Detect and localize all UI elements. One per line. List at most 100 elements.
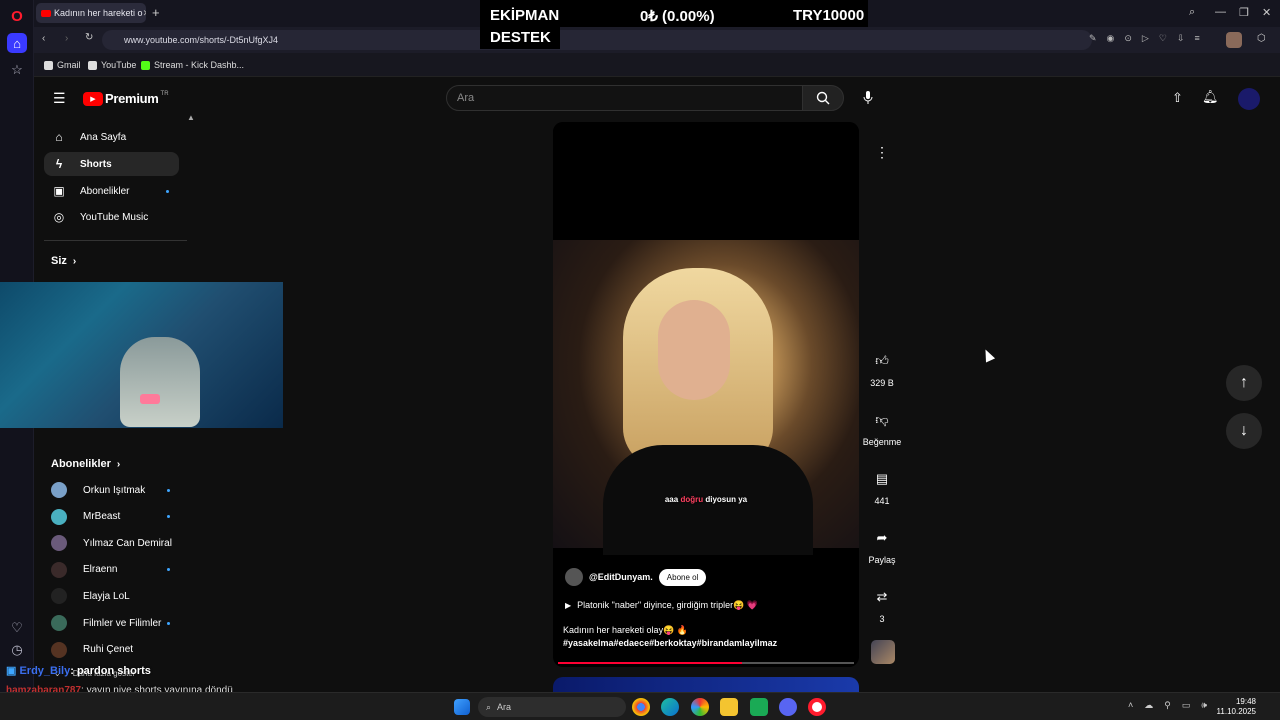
- comments-button[interactable]: ▤ 441: [854, 466, 910, 506]
- photos-icon[interactable]: [691, 698, 709, 716]
- close-tab-icon[interactable]: ✕: [143, 8, 146, 19]
- new-tab-icon[interactable]: +: [152, 5, 160, 20]
- system-tray-icons[interactable]: ˄☁⚲▭🕪︎: [1128, 700, 1218, 711]
- search-tabs-icon[interactable]: ⌕: [1189, 6, 1195, 19]
- arrow-up-icon: ↑: [1240, 374, 1248, 391]
- sidebar-item-label: YouTube Music: [80, 211, 149, 223]
- subscription-item[interactable]: Ruhi Çenet: [42, 638, 182, 662]
- share-button[interactable]: ➦ Paylaş: [854, 525, 910, 565]
- video-frame[interactable]: aaa doğru diyosun ya: [553, 240, 859, 555]
- clock-time: 19:48: [1235, 697, 1256, 706]
- overlay-goal: TRY10000: [793, 7, 865, 24]
- previous-short-button[interactable]: ↑: [1226, 365, 1262, 401]
- opera-logo-icon[interactable]: O: [7, 6, 27, 26]
- taskbar-clock[interactable]: 19:48 11.10.2025: [1217, 697, 1256, 717]
- more-options-icon[interactable]: ⋮: [869, 139, 895, 165]
- subscription-item[interactable]: Orkun Işıtmak: [42, 478, 182, 502]
- remix-icon: ⇄: [876, 589, 888, 604]
- upload-icon[interactable]: ⇧: [1172, 90, 1183, 106]
- streamer-figure: [120, 337, 200, 427]
- subscribe-button[interactable]: Abone ol: [658, 568, 707, 586]
- toolbar-icons[interactable]: ✎◉⊙▷♡⇩≡: [1089, 33, 1210, 44]
- subscription-item[interactable]: Elayja LoL: [42, 584, 182, 608]
- subscription-name: MrBeast: [83, 511, 121, 523]
- overlay-destek-label: DESTEK: [480, 27, 560, 49]
- next-short-button[interactable]: ↓: [1226, 413, 1262, 449]
- subscription-name: Elraenn: [83, 564, 118, 576]
- like-button[interactable]: 👍︎ 329 B: [854, 348, 910, 388]
- chrome-icon[interactable]: [632, 698, 650, 716]
- shorts-player[interactable]: aaa doğru diyosun ya @EditDunyam. Abone …: [553, 122, 859, 667]
- sidebar-item-label: Shorts: [80, 158, 112, 170]
- subscription-item[interactable]: MrBeast: [42, 505, 182, 529]
- history-icon[interactable]: ◷: [7, 640, 27, 660]
- kick-icon: [141, 60, 150, 70]
- opera-icon[interactable]: [808, 698, 826, 716]
- bookmark-kick[interactable]: Stream - Kick Dashb...: [141, 60, 244, 70]
- new-content-dot: [167, 621, 170, 625]
- bookmark-label: Stream - Kick Dashb...: [154, 60, 245, 70]
- remix-button[interactable]: ⇄ 3: [854, 584, 910, 624]
- playlist-link[interactable]: ▶ Platonik "naber" diyince, girdiğim tri…: [565, 600, 758, 611]
- reload-icon[interactable]: ↻: [85, 32, 93, 43]
- remix-count: 3: [879, 614, 885, 624]
- tab-active[interactable]: Kadının her hareketi o ✕: [36, 3, 146, 23]
- file-explorer-icon[interactable]: [720, 698, 738, 716]
- profile-avatar[interactable]: [1226, 32, 1242, 48]
- caption-text: diyosun ya: [705, 495, 748, 504]
- overlay-label: EKİPMAN: [490, 7, 560, 24]
- chat-line: ▣ Erdy_Bily: pardon shorts: [6, 664, 151, 677]
- bookmark-gmail[interactable]: Gmail: [44, 60, 81, 70]
- channel-avatar[interactable]: [565, 568, 583, 586]
- progress-bar[interactable]: [558, 662, 854, 664]
- close-window-icon[interactable]: ✕: [1262, 6, 1271, 19]
- extensions-icon[interactable]: ⬡: [1257, 33, 1266, 44]
- like-count: 329 B: [870, 378, 894, 388]
- shorts-icon: ϟ: [55, 157, 63, 171]
- url-field[interactable]: www.youtube.com/shorts/-Dt5nUfgXJ4: [102, 30, 1092, 50]
- home-icon[interactable]: ⌂: [7, 33, 27, 53]
- overlay-amount: 0₺ (0.00%): [640, 8, 715, 25]
- minimize-icon[interactable]: —: [1215, 6, 1226, 18]
- bookmark-youtube[interactable]: YouTube: [88, 60, 136, 70]
- back-icon[interactable]: ‹: [42, 33, 45, 44]
- home-icon: ⌂: [55, 130, 63, 144]
- maximize-icon[interactable]: ❐: [1239, 6, 1249, 19]
- notifications-bell-icon[interactable]: 🔔︎: [1202, 89, 1219, 105]
- search-icon: ⌕: [486, 701, 492, 712]
- heart-icon[interactable]: ♡: [7, 618, 27, 638]
- channel-avatar: [51, 535, 67, 552]
- dislike-button[interactable]: 👎︎ Beğenme: [854, 407, 910, 447]
- sidebar-siz[interactable]: Siz ›: [51, 255, 76, 267]
- hashtags[interactable]: #yasakelma#edaece#berkoktay#birandamlayi…: [563, 637, 777, 650]
- discord-icon[interactable]: [779, 698, 797, 716]
- channel-avatar: [51, 588, 67, 605]
- voice-search-button[interactable]: [856, 86, 880, 110]
- subscription-item[interactable]: Filmler ve Filimler: [42, 611, 182, 635]
- video-subject-face: [658, 300, 730, 400]
- subscription-name: Filmler ve Filimler: [83, 617, 162, 629]
- star-icon[interactable]: ☆: [7, 60, 27, 80]
- app-icon[interactable]: [750, 698, 768, 716]
- sidebar-item-shorts[interactable]: ϟ Shorts: [44, 152, 179, 176]
- sidebar-item-youtube-music[interactable]: ◎ YouTube Music: [44, 205, 179, 229]
- forward-icon[interactable]: ›: [65, 33, 68, 44]
- channel-avatar: [51, 615, 67, 631]
- sound-thumbnail[interactable]: [871, 640, 895, 664]
- taskbar-search[interactable]: ⌕ Ara: [478, 697, 626, 717]
- subscription-item[interactable]: Yılmaz Can Demiral: [42, 531, 182, 555]
- subscriptions-header[interactable]: Abonelikler ›: [51, 458, 120, 470]
- search-input[interactable]: Ara: [446, 85, 804, 111]
- short-description: Kadının her hareketi olay😝 🔥 #yasakelma#…: [563, 624, 777, 650]
- sidebar-item-subscriptions[interactable]: ▣ Abonelikler: [44, 179, 179, 203]
- sidebar-item-home[interactable]: ⌂ Ana Sayfa: [44, 125, 179, 149]
- channel-name[interactable]: @EditDunyam.: [589, 572, 653, 582]
- account-avatar[interactable]: [1238, 88, 1260, 110]
- scroll-up-icon[interactable]: ▲: [187, 113, 195, 122]
- subscription-item[interactable]: Elraenn: [42, 558, 182, 582]
- music-icon: ◎: [53, 210, 65, 224]
- tab-title: Kadının her hareketi o: [54, 8, 143, 18]
- windows-start-icon[interactable]: [454, 699, 470, 715]
- search-button[interactable]: [802, 85, 844, 111]
- edge-icon[interactable]: [661, 698, 679, 716]
